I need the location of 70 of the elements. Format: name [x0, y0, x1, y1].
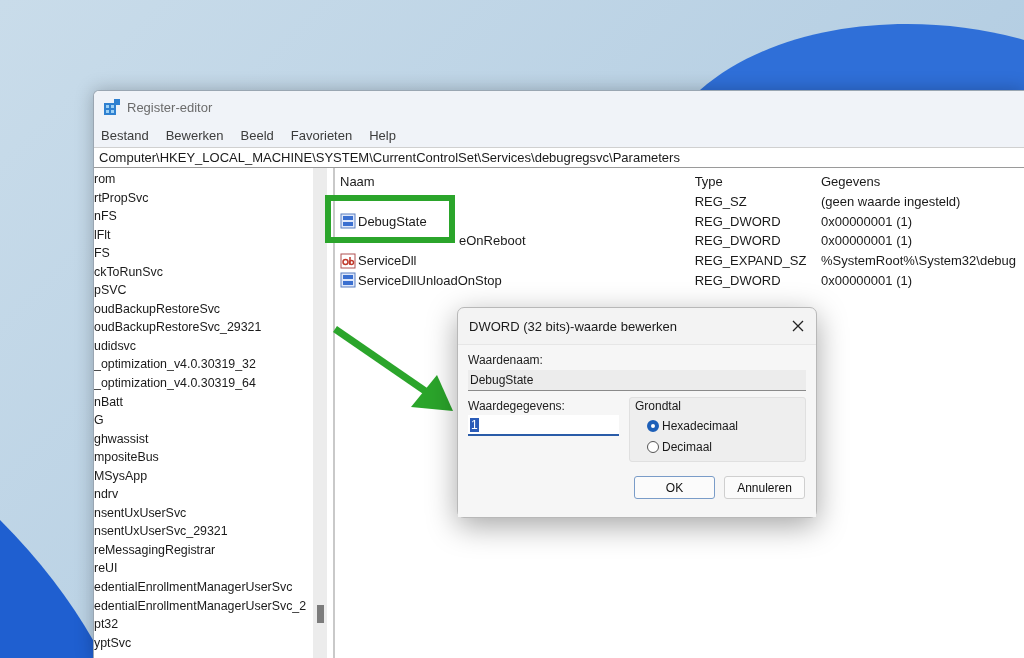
value-type: REG_DWORD [694, 233, 782, 249]
value-type: REG_DWORD [694, 213, 782, 229]
tree-item[interactable]: MSysApp [94, 466, 313, 486]
ok-button[interactable]: OK [634, 476, 715, 499]
close-icon[interactable] [792, 320, 804, 332]
cancel-button[interactable]: Annuleren [724, 476, 805, 499]
menu-item[interactable]: Bestand [101, 127, 149, 143]
radio-label[interactable]: Decimaal [662, 439, 712, 454]
binary-value-icon [340, 272, 356, 289]
selected-text: 1 [470, 417, 479, 432]
radio-label[interactable]: Hexadecimaal [662, 418, 739, 433]
tree-item[interactable]: rtPropSvc [94, 188, 313, 208]
tree-item[interactable]: mpositeBus [94, 448, 313, 467]
tree-item[interactable]: rom [94, 170, 313, 189]
window-title: Register-editor [127, 99, 213, 115]
tree-item[interactable]: pSVC [94, 281, 313, 300]
tree-item[interactable]: lFlt [94, 225, 313, 245]
column-header[interactable]: Gegevens [820, 174, 1024, 189]
value-name[interactable]: DebugState [358, 213, 427, 229]
tree-item[interactable]: nsentUxUserSvc_29321 [94, 522, 313, 541]
value-data: 0x00000001 (1) [820, 213, 914, 229]
tree-item[interactable]: _optimization_v4.0.30319_64 [94, 374, 313, 393]
address-bar[interactable]: Computer\HKEY_LOCAL_MACHINE\SYSTEM\CurrentControlSet\Services\debugregsvc\Parameters [94, 147, 1024, 168]
tree-item[interactable]: oudBackupRestoreSvc [94, 299, 313, 319]
radio-button[interactable] [647, 419, 659, 432]
tree-item[interactable]: ghwassist [94, 429, 313, 449]
dialog-title: DWORD (32 bits)-waarde bewerken [469, 318, 678, 334]
column-header[interactable]: Naam [340, 174, 695, 189]
tree-item[interactable]: nFS [94, 207, 313, 226]
value-type: REG_EXPAND_SZ [694, 253, 808, 269]
tree-item[interactable]: yptSvc [94, 633, 313, 653]
tree-item[interactable]: udidsvc [94, 336, 313, 356]
tree-item[interactable]: oudBackupRestoreSvc_29321 [94, 318, 313, 337]
radio-button[interactable] [647, 440, 659, 453]
tree-item[interactable]: ckToRunSvc [94, 262, 313, 282]
value-name-field: DebugState [468, 370, 806, 391]
tree-item[interactable]: edentialEnrollmentManagerUserSvc [94, 578, 313, 597]
menu-item[interactable]: Beeld [240, 127, 274, 143]
value-data: 0x00000001 (1) [820, 272, 914, 288]
column-header[interactable]: Type [694, 174, 821, 189]
value-data: %SystemRoot%\System32\debug [820, 253, 1018, 269]
value-type: REG_DWORD [694, 272, 782, 288]
tree-item[interactable]: pt32 [94, 615, 313, 634]
tree-item[interactable]: nBatt [94, 392, 313, 412]
value-name[interactable]: ServiceDll [358, 253, 417, 269]
tree-item[interactable]: reUI [94, 559, 313, 579]
tree-item[interactable]: _optimization_v4.0.30319_32 [94, 355, 313, 374]
tree-item[interactable]: reMessagingRegistrar [94, 540, 313, 560]
tree-item[interactable]: nsentUxUserSvc [94, 503, 313, 523]
binary-value-icon [340, 213, 356, 230]
menu-item[interactable]: Help [369, 127, 396, 143]
value-name[interactable]: eOnReboot [459, 233, 526, 249]
string-value-icon [340, 252, 356, 269]
tree-item[interactable]: FS [94, 244, 313, 263]
scrollbar-track[interactable] [313, 168, 327, 658]
app-icon [104, 99, 120, 115]
scrollbar-thumb[interactable] [317, 605, 324, 623]
field-label: Waardenaam: [468, 352, 544, 369]
value-data-field[interactable]: 1 [468, 415, 619, 436]
value-type: REG_SZ [694, 194, 748, 210]
menu-item[interactable]: Bewerken [165, 127, 224, 143]
value-data: 0x00000001 (1) [820, 233, 914, 249]
tree-item[interactable]: edentialEnrollmentManagerUserSvc_2 [94, 596, 313, 616]
tree-item[interactable]: ndrv [94, 485, 313, 504]
menu-item[interactable]: Favorieten [290, 127, 353, 143]
group-label: Grondtal [635, 398, 683, 415]
field-label: Waardegegevens: [468, 398, 566, 415]
value-data: (geen waarde ingesteld) [820, 194, 962, 210]
value-name[interactable]: ServiceDllUnloadOnStop [358, 272, 502, 288]
tree-item[interactable]: G [94, 411, 313, 430]
